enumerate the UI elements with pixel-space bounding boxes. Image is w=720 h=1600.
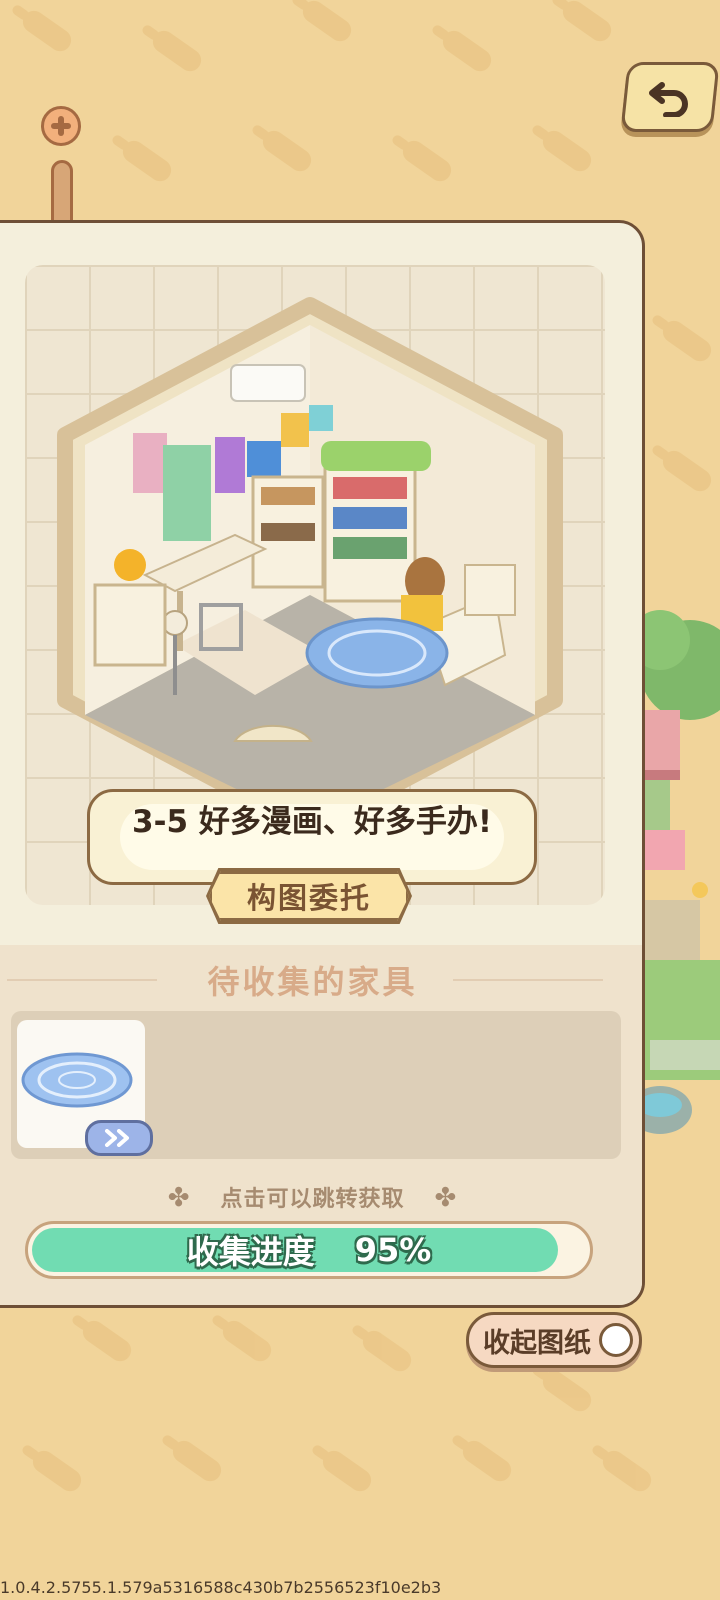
furniture-section: 待收集的家具 ✤ 点击可以跳转获取 ✤ 收集进度 95% [0,945,642,1305]
jump-button[interactable] [85,1120,153,1156]
furniture-item-rug[interactable] [17,1020,153,1156]
collection-progress-bar: 收集进度 95% [25,1221,593,1279]
version-text: 1.0.4.2.5755.1.579a5316588c430b7b2556523… [0,1578,442,1597]
back-button[interactable] [620,62,720,132]
progress-label: 收集进度 95% [28,1224,590,1276]
jump-hint: ✤ 点击可以跳转获取 ✤ [0,1181,642,1213]
progress-text: 收集进度 [186,1233,315,1271]
progress-percent: 95% [354,1231,432,1269]
blueprint-card: 3-5 好多漫画、好多手办! 构图委托 待收集的家具 ✤ 点击可以跳转获取 ✤ … [0,220,645,1308]
section-title: 待收集的家具 [207,963,418,1001]
clover-icon: ✤ [434,1183,458,1213]
collapse-label: 收起图纸 [483,1327,591,1359]
double-chevron-right-icon [105,1129,129,1147]
level-title: 3-5 好多漫画、好多手办! [132,804,492,840]
blue-rug-icon [21,1052,133,1108]
furniture-list [11,1011,621,1159]
commission-tag: 构图委托 [209,871,409,921]
hint-text: 点击可以跳转获取 [220,1187,405,1212]
plus-icon [51,116,71,136]
zoom-in-button[interactable] [41,106,81,146]
clover-icon: ✤ [167,1183,191,1213]
toggle-knob-icon [599,1323,633,1357]
collapse-blueprint-button[interactable]: 收起图纸 [466,1312,642,1368]
undo-arrow-icon [649,82,688,117]
